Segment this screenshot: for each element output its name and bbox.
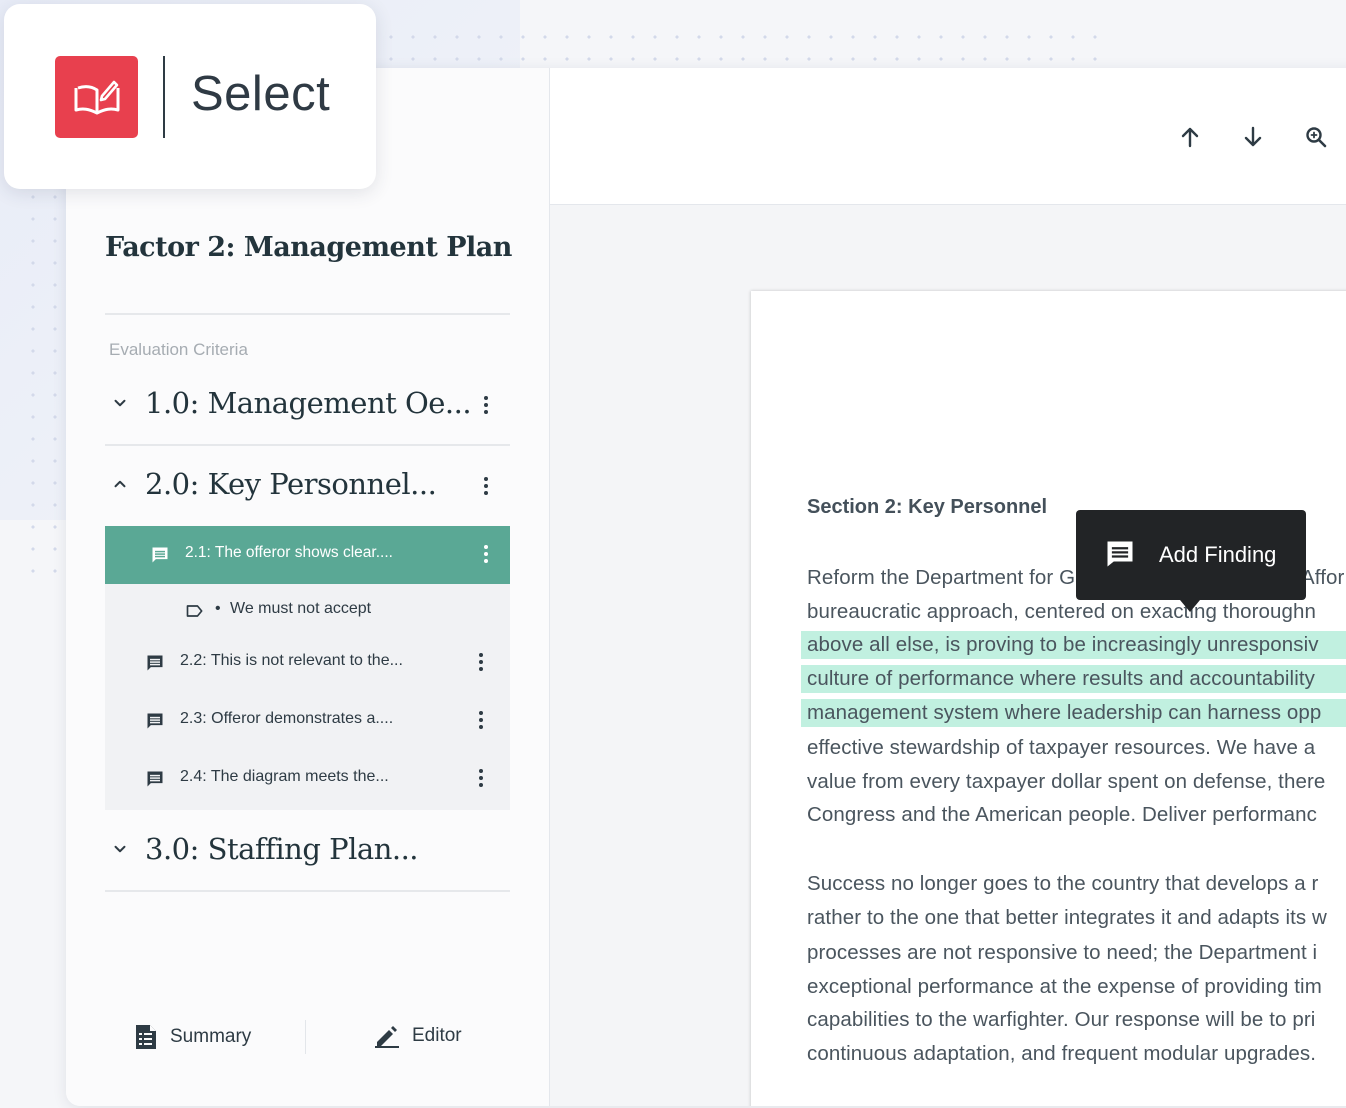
criterion-3-label: 3.0: Staffing Plan... xyxy=(145,832,419,866)
chevron-down-icon[interactable] xyxy=(111,394,129,412)
divider xyxy=(105,444,510,446)
subitem-2-2-label: 2.2: This is not relevant to the... xyxy=(180,652,403,669)
comment-icon xyxy=(147,771,163,787)
evaluation-criteria-label: Evaluation Criteria xyxy=(109,340,248,359)
paragraph-1-line-highlighted[interactable]: management system where leadership can h… xyxy=(807,701,1321,725)
tag-icon xyxy=(186,605,203,617)
comment-icon xyxy=(1107,541,1133,567)
arrow-down-icon xyxy=(1244,126,1262,147)
subitem-2-4-label: 2.4: The diagram meets the... xyxy=(180,768,389,785)
criterion-2-more-icon[interactable] xyxy=(483,477,489,497)
pencil-icon xyxy=(375,1026,399,1048)
summary-label: Summary xyxy=(170,1026,252,1047)
paragraph-2-line[interactable]: Success no longer goes to the country th… xyxy=(807,872,1318,896)
subitem-tag-label: We must not accept xyxy=(230,600,372,617)
logo-divider xyxy=(163,56,165,138)
subitem-2-4[interactable]: 2.4: The diagram meets the... xyxy=(105,750,510,808)
summary-button[interactable]: Summary xyxy=(134,1024,251,1050)
criterion-2-subitems: 2.1: The offeror shows clear.... • We mu… xyxy=(105,526,510,810)
next-button[interactable] xyxy=(1238,122,1268,152)
factor-title: Factor 2: Management Plan xyxy=(105,232,512,263)
paragraph-1-line[interactable]: bureaucratic approach, centered on exact… xyxy=(807,600,1316,624)
subitem-2-1-more-icon[interactable] xyxy=(483,545,489,565)
viewer-toolbar xyxy=(550,68,1346,205)
add-finding-label: Add Finding xyxy=(1159,542,1277,567)
paragraph-1-line-highlighted[interactable]: culture of performance where results and… xyxy=(807,667,1315,691)
editor-label: Editor xyxy=(412,1025,462,1046)
logo-badge xyxy=(55,56,138,138)
paragraph-1-line[interactable]: Congress and the American people. Delive… xyxy=(807,803,1317,827)
divider xyxy=(105,313,510,315)
add-finding-tooltip[interactable]: Add Finding xyxy=(1076,510,1306,600)
criterion-2-label: 2.0: Key Personnel... xyxy=(145,467,437,501)
criterion-1-label: 1.0: Management Oe... xyxy=(145,386,472,420)
paragraph-1-line[interactable]: value from every taxpayer dollar spent o… xyxy=(807,770,1325,794)
editor-button[interactable]: Editor xyxy=(374,1024,462,1048)
comment-icon xyxy=(147,655,163,671)
divider xyxy=(105,890,510,892)
chevron-up-icon[interactable] xyxy=(111,475,129,493)
logo-card: Select xyxy=(4,4,376,189)
paragraph-1-line[interactable]: effective stewardship of taxpayer resour… xyxy=(807,736,1315,760)
chevron-down-icon[interactable] xyxy=(111,840,129,858)
comment-icon xyxy=(152,547,168,563)
comment-icon xyxy=(147,713,163,729)
arrow-up-icon xyxy=(1181,127,1199,148)
document-section-title: Section 2: Key Personnel xyxy=(807,496,1048,518)
criterion-2[interactable]: 2.0: Key Personnel... xyxy=(105,455,510,515)
subitem-tag-bullet: • xyxy=(215,600,221,617)
criterion-1-more-icon[interactable] xyxy=(483,396,489,416)
search-button[interactable] xyxy=(1301,122,1331,152)
background-dots-top xyxy=(380,26,1100,66)
paragraph-2-line[interactable]: exceptional performance at the expense o… xyxy=(807,975,1322,999)
subitem-2-1-label: 2.1: The offeror shows clear.... xyxy=(185,544,393,561)
tooltip-arrow xyxy=(1180,600,1200,612)
subitem-2-2-more-icon[interactable] xyxy=(478,653,484,673)
document-page: Section 2: Key Personnel Reform the Depa… xyxy=(751,291,1346,1106)
background-dots-left xyxy=(22,186,66,586)
document-list-icon xyxy=(136,1025,156,1049)
subitem-2-3-more-icon[interactable] xyxy=(478,711,484,731)
subitem-2-2[interactable]: 2.2: This is not relevant to the... xyxy=(105,634,510,692)
previous-button[interactable] xyxy=(1175,122,1205,152)
subitem-2-1[interactable]: 2.1: The offeror shows clear.... xyxy=(105,526,510,584)
sidebar: Factor 2: Management Plan Evaluation Cri… xyxy=(66,68,550,1106)
criterion-1[interactable]: 1.0: Management Oe... xyxy=(105,374,510,434)
paragraph-2-line[interactable]: rather to the one that better integrates… xyxy=(807,906,1327,930)
search-icon xyxy=(1306,127,1327,148)
paragraph-2-line[interactable]: continuous adaptation, and frequent modu… xyxy=(807,1042,1316,1066)
paragraph-2-line[interactable]: processes are not responsive to need; th… xyxy=(807,941,1317,965)
criterion-3[interactable]: 3.0: Staffing Plan... xyxy=(105,820,510,880)
footer-divider xyxy=(305,1020,306,1054)
paragraph-1-line-tail[interactable]: Affor xyxy=(1301,566,1344,590)
paragraph-2-line[interactable]: capabilities to the warfighter. Our resp… xyxy=(807,1008,1315,1032)
paragraph-1-line-highlighted[interactable]: above all else, is proving to be increas… xyxy=(807,633,1319,657)
subitem-2-4-more-icon[interactable] xyxy=(478,769,484,789)
logo-text: Select xyxy=(191,67,331,121)
subitem-2-3-label: 2.3: Offeror demonstrates a.... xyxy=(180,710,394,727)
paragraph-1-line[interactable]: Reform the Department for G xyxy=(807,566,1075,590)
subitem-2-3[interactable]: 2.3: Offeror demonstrates a.... xyxy=(105,692,510,750)
open-book-edit-icon xyxy=(74,80,119,115)
